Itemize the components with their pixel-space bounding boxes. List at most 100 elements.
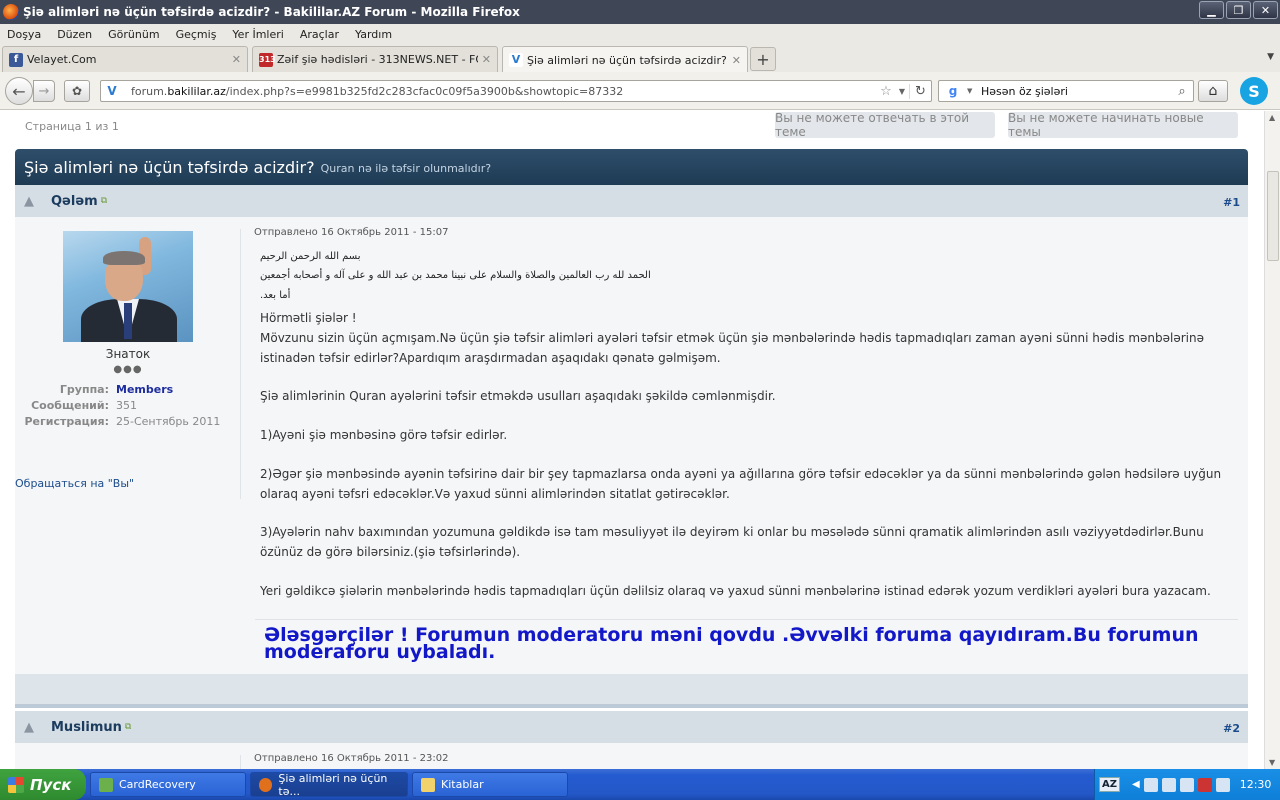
avatar[interactable] xyxy=(63,231,193,342)
cardrecovery-icon xyxy=(99,777,113,792)
url-history-dropdown-icon[interactable]: ▼ xyxy=(895,87,909,96)
menu-help[interactable]: Yardım xyxy=(355,28,392,41)
puzzle-icon: ✿ xyxy=(71,84,83,98)
group-link[interactable]: Members xyxy=(116,383,173,396)
info-value: 25-Сентябрь 2011 xyxy=(116,415,221,428)
topic-header: Şiə alimləri nə üçün təfsirdə acizdir? Q… xyxy=(15,149,1248,185)
volume-icon[interactable] xyxy=(1215,777,1230,792)
tab-bar: f Velayet.Com ✕ 313 Zəif şiə hədisləri -… xyxy=(0,44,1280,73)
post-paragraph: Yeri gəldikcə şiələrin mənbələrində hədi… xyxy=(260,584,1211,598)
arrow-left-icon: ← xyxy=(12,81,26,101)
scroll-thumb[interactable] xyxy=(1267,171,1279,261)
search-input[interactable] xyxy=(975,84,1171,98)
arabic-line-2: الحمد لله رب العالمين والصلاة والسلام عل… xyxy=(260,270,651,281)
post-date: Отправлено 16 Октябрь 2011 - 23:02 xyxy=(254,753,449,764)
signal-icon[interactable] xyxy=(1161,777,1176,792)
menu-bar: Doşya Düzen Görünüm Geçmiş Yer İmleri Ar… xyxy=(0,24,1280,44)
sidebar-divider xyxy=(240,229,241,499)
engine-dropdown-icon[interactable]: ▼ xyxy=(967,87,975,95)
avatar-tie xyxy=(124,303,132,339)
taskbar-item-cardrecovery[interactable]: CardRecovery xyxy=(90,772,246,797)
forward-button[interactable]: → xyxy=(33,80,55,102)
menu-history[interactable]: Geçmiş xyxy=(176,28,217,41)
post-number-link[interactable]: #2 xyxy=(1223,722,1240,735)
page-info: Страница 1 из 1 xyxy=(25,120,119,133)
taskbar-item-label: CardRecovery xyxy=(119,778,196,791)
new-topic-disabled-button[interactable]: Вы не можете начинать новые темы xyxy=(1008,111,1238,139)
post-number-link[interactable]: #1 xyxy=(1223,196,1240,209)
arrow-right-icon: → xyxy=(38,83,50,99)
info-label: Группа: xyxy=(59,383,109,396)
reply-disabled-button[interactable]: Вы не можете отвечать в этой теме xyxy=(775,111,995,139)
network-icon[interactable] xyxy=(1143,777,1158,792)
url-prefix: forum. xyxy=(131,84,168,98)
reload-icon[interactable]: ↻ xyxy=(909,83,931,99)
maximize-button[interactable]: ❐ xyxy=(1226,1,1251,19)
taskbar-item-label: Şiə alimləri nə üçün tə... xyxy=(278,771,388,798)
taskbar: Пуск CardRecovery Şiə alimləri nə üçün t… xyxy=(0,769,1280,800)
language-indicator[interactable]: AZ xyxy=(1099,777,1120,792)
post-author[interactable]: Qələm xyxy=(51,194,98,209)
home-button[interactable]: ⌂ xyxy=(1198,80,1228,102)
system-tray: AZ ◀ 12:30 xyxy=(1094,769,1280,800)
taskbar-item-kitablar[interactable]: Kitablar xyxy=(412,772,568,797)
post-header: ▲ Qələm ⧉ #1 xyxy=(15,185,1248,217)
tab-close-icon[interactable]: ✕ xyxy=(732,54,741,67)
tab-close-icon[interactable]: ✕ xyxy=(232,53,241,66)
minimize-button[interactable]: ▁ xyxy=(1199,1,1224,19)
tab-label: Velayet.Com xyxy=(27,53,97,66)
tool-icon[interactable] xyxy=(1179,777,1194,792)
clock[interactable]: 12:30 xyxy=(1240,778,1272,791)
avatar-hair xyxy=(103,251,145,265)
new-tab-button[interactable]: + xyxy=(750,47,776,71)
post-author[interactable]: Muslimun xyxy=(51,720,122,735)
signature-divider xyxy=(255,619,1238,620)
page-scrollbar[interactable]: ▲ ▼ xyxy=(1264,111,1280,769)
menu-bookmarks[interactable]: Yer İmleri xyxy=(232,28,283,41)
google-icon[interactable]: g xyxy=(939,84,967,98)
arabic-line-1: بسم الله الرحمن الرحيم xyxy=(260,251,361,262)
menu-edit[interactable]: Düzen xyxy=(57,28,92,41)
url-text[interactable]: forum.bakililar.az/index.php?s=e9981b325… xyxy=(123,85,877,98)
post-body: Знаток ●●● Группа: Members Сообщений: 35… xyxy=(15,217,1248,674)
window-controls: ▁ ❐ ✕ xyxy=(1199,1,1278,19)
tab-list-chevron-icon[interactable]: ▼ xyxy=(1267,52,1274,62)
skype-button[interactable]: S xyxy=(1240,77,1268,105)
search-icon[interactable]: ⌕ xyxy=(1171,84,1193,99)
tab-313news[interactable]: 313 Zəif şiə hədisləri - 313NEWS.NET - F… xyxy=(252,46,498,72)
scroll-up-icon[interactable]: ▲ xyxy=(1269,113,1275,122)
start-label: Пуск xyxy=(30,775,72,794)
security-icon[interactable] xyxy=(1197,777,1212,792)
menu-file[interactable]: Doşya xyxy=(7,28,41,41)
windows-logo-icon xyxy=(8,776,24,793)
site-identity-icon[interactable]: V xyxy=(101,84,123,98)
menu-tools[interactable]: Araçlar xyxy=(300,28,339,41)
url-bar[interactable]: V forum.bakililar.az/index.php?s=e9981b3… xyxy=(100,80,932,102)
user-rank: Знаток xyxy=(105,347,151,361)
start-button[interactable]: Пуск xyxy=(0,769,86,800)
menu-view[interactable]: Görünüm xyxy=(108,28,159,41)
author-sidebar: Знаток ●●● Группа: Members Сообщений: 35… xyxy=(15,217,241,497)
extension-button[interactable]: ✿ xyxy=(64,80,90,102)
external-link-icon[interactable]: ⧉ xyxy=(125,722,131,732)
bookmark-star-icon[interactable]: ☆ xyxy=(877,84,895,99)
tab-close-icon[interactable]: ✕ xyxy=(482,53,491,66)
taskbar-item-firefox[interactable]: Şiə alimləri nə üçün tə... xyxy=(250,771,408,798)
news-site-icon: 313 xyxy=(259,52,276,67)
tab-velayet[interactable]: f Velayet.Com ✕ xyxy=(2,46,248,72)
sidebar-divider xyxy=(240,755,241,769)
post-header: ▲ Muslimun ⧉ #2 xyxy=(15,711,1248,743)
scroll-down-icon[interactable]: ▼ xyxy=(1269,758,1275,767)
page-content: Страница 1 из 1 Вы не можете отвечать в … xyxy=(0,111,1264,769)
back-button[interactable]: ← xyxy=(5,77,33,105)
firefox-icon xyxy=(3,4,19,20)
search-bar[interactable]: g ▼ ⌕ xyxy=(938,80,1194,102)
tab-bakililar[interactable]: V Şiə alimləri nə üçün təfsirdə acizdir?… xyxy=(502,46,748,73)
close-button[interactable]: ✕ xyxy=(1253,1,1278,19)
tab-label: Zəif şiə hədisləri - 313NEWS.NET - FORUM xyxy=(277,53,478,66)
navigation-bar: ← → ✿ V forum.bakililar.az/index.php?s=e… xyxy=(0,72,1280,110)
url-path: /index.php?s=e9981b325fd2c283cfac0c09f5a… xyxy=(225,84,624,98)
post-date: Отправлено 16 Октябрь 2011 - 15:07 xyxy=(254,227,449,238)
tray-expand-icon[interactable]: ◀ xyxy=(1132,779,1140,790)
external-link-icon[interactable]: ⧉ xyxy=(101,196,107,206)
